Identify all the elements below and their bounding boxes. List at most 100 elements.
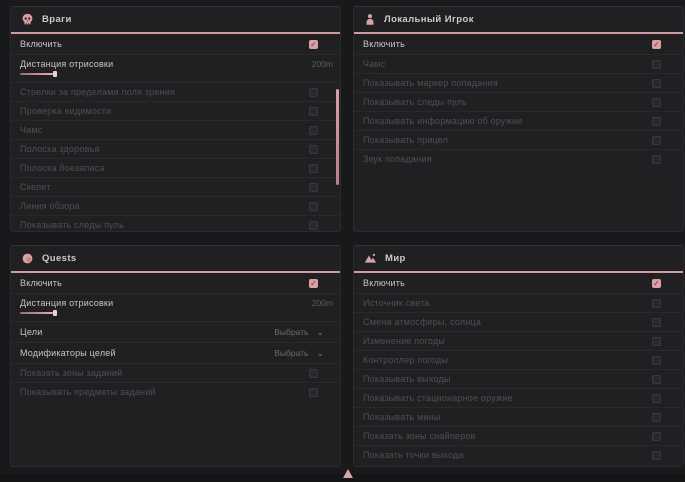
row-label: Показывать маркер попадания	[363, 78, 652, 88]
panel-title: Враги	[42, 14, 72, 25]
settings-row: Показывать выходы	[354, 369, 683, 388]
row-label: Полоска боезапаса	[20, 163, 309, 173]
panel-world: Мир Включить✓Источник светаСмена атмосфе…	[353, 245, 684, 467]
checkbox[interactable]	[309, 164, 318, 173]
row-label: Звук попадания	[363, 154, 652, 164]
settings-row: Показывать следы пуль	[11, 215, 340, 231]
checkbox[interactable]	[309, 388, 318, 397]
row-label: Чамс	[20, 125, 309, 135]
settings-row: Включить✓	[11, 273, 340, 293]
slider-handle[interactable]	[53, 310, 57, 316]
checkbox[interactable]	[652, 356, 661, 365]
checkbox[interactable]	[652, 318, 661, 327]
row-label: Изменение погоды	[363, 336, 652, 346]
scrollbar[interactable]	[336, 89, 339, 185]
settings-row[interactable]: ЦелиВыбрать ⌄	[11, 321, 340, 342]
settings-row: Полоска боезапаса	[11, 158, 340, 177]
checkbox[interactable]	[652, 337, 661, 346]
settings-row: Контроллер погоды	[354, 350, 683, 369]
row-label: Включить	[363, 278, 652, 288]
row-label: Включить	[20, 39, 309, 49]
checkbox[interactable]	[652, 136, 661, 145]
settings-row[interactable]: Модификаторы целейВыбрать ⌄	[11, 342, 340, 363]
checkbox[interactable]	[309, 88, 318, 97]
checkbox[interactable]	[652, 432, 661, 441]
row-label: Дистанция отрисовки	[20, 59, 304, 69]
checkbox[interactable]: ✓	[652, 279, 661, 288]
checkbox[interactable]: ✓	[652, 40, 661, 49]
mouse-cursor	[343, 469, 353, 478]
checkbox[interactable]	[652, 117, 661, 126]
checkbox[interactable]: ✓	[309, 40, 318, 49]
row-label: Показать зоны снайперов	[363, 431, 652, 441]
row-label: Дистанция отрисовки	[20, 298, 304, 308]
row-label: Смена атмосферы, солнца	[363, 317, 652, 327]
settings-row: Изменение погоды	[354, 331, 683, 350]
render-distance-slider[interactable]	[20, 73, 53, 75]
render-distance-slider[interactable]	[20, 312, 53, 314]
row-label: Показывать мины	[363, 412, 652, 422]
chevron-down-icon[interactable]: ⌄	[316, 328, 324, 336]
checkbox[interactable]	[309, 126, 318, 135]
panel-body: Включить✓Дистанция отрисовки200mЦелиВыбр…	[11, 273, 340, 466]
row-label: Включить	[363, 39, 652, 49]
dropdown-value[interactable]: Выбрать	[274, 348, 308, 358]
settings-row: Чамс	[354, 54, 683, 73]
settings-row: Включить✓	[11, 34, 340, 54]
row-label: Скелет	[20, 182, 309, 192]
settings-row: Звук попадания	[354, 149, 683, 168]
row-label: Полоска здоровья	[20, 144, 309, 154]
settings-row: Проверка видимости	[11, 101, 340, 120]
settings-row: Показывать прицел	[354, 130, 683, 149]
slider-row-top: Дистанция отрисовки 200m	[20, 59, 333, 69]
checkbox[interactable]	[309, 107, 318, 116]
checkbox[interactable]	[652, 98, 661, 107]
row-label: Показывать информацию об оружии	[363, 116, 652, 126]
panel-local-player: Локальный Игрок Включить✓ЧамсПоказывать …	[353, 6, 684, 232]
circle-icon	[21, 252, 34, 265]
row-label: Модификаторы целей	[20, 348, 274, 358]
row-label: Цели	[20, 327, 274, 337]
checkbox[interactable]	[309, 221, 318, 230]
checkbox[interactable]	[309, 183, 318, 192]
slider-value: 200m	[312, 59, 333, 69]
panel-header: Quests	[11, 246, 340, 273]
settings-row: Включить✓	[354, 34, 683, 54]
row-label: Стрелки за пределами поля зрения	[20, 87, 309, 97]
panel-header: Враги	[11, 7, 340, 34]
panel-body: Включить✓ Дистанция отрисовки 200m Стрелки …	[11, 34, 340, 231]
checkbox[interactable]	[309, 145, 318, 154]
panel-header: Мир	[354, 246, 683, 273]
chevron-down-icon[interactable]: ⌄	[316, 349, 324, 357]
settings-row: Чамс	[11, 120, 340, 139]
checkbox[interactable]	[652, 79, 661, 88]
row-label: Показать точки выхода	[363, 450, 652, 460]
panel-header: Локальный Игрок	[354, 7, 683, 34]
settings-row: Показать зоны заданий	[11, 363, 340, 382]
skull-icon	[21, 13, 34, 26]
checkbox[interactable]	[652, 394, 661, 403]
checkbox[interactable]	[652, 155, 661, 164]
mountains-icon	[364, 252, 377, 265]
person-icon	[364, 13, 376, 26]
slider-handle[interactable]	[53, 71, 57, 77]
panel-body: Включить✓Источник светаСмена атмосферы, …	[354, 273, 683, 466]
panel-enemies: Враги Включить✓ Дистанция отрисовки 200m Ст…	[10, 6, 341, 232]
checkbox[interactable]	[652, 375, 661, 384]
row-label: Показать зоны заданий	[20, 368, 309, 378]
settings-row: Смена атмосферы, солнца	[354, 312, 683, 331]
row-label: Контроллер погоды	[363, 355, 652, 365]
panel-body: Включить✓ЧамсПоказывать маркер попадания…	[354, 34, 683, 231]
row-label: Линия обзора	[20, 201, 309, 211]
panel-quests: Quests Включить✓Дистанция отрисовки200mЦ…	[10, 245, 341, 467]
settings-row: Включить✓	[354, 273, 683, 293]
checkbox[interactable]	[309, 202, 318, 211]
checkbox[interactable]: ✓	[309, 279, 318, 288]
dropdown-value[interactable]: Выбрать	[274, 327, 308, 337]
checkbox[interactable]	[652, 451, 661, 460]
checkbox[interactable]	[652, 413, 661, 422]
settings-row: Дистанция отрисовки 200m	[11, 54, 340, 82]
checkbox[interactable]	[309, 369, 318, 378]
checkbox[interactable]	[652, 299, 661, 308]
checkbox[interactable]	[652, 60, 661, 69]
